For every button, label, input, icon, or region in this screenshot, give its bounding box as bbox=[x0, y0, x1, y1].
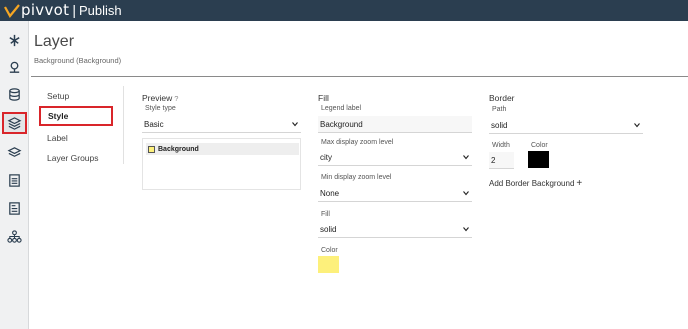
legend-swatch bbox=[148, 145, 155, 153]
icon-rail bbox=[0, 21, 29, 329]
rail-hierarchy[interactable] bbox=[2, 225, 27, 247]
border-path-value: solid bbox=[491, 120, 508, 130]
preview-heading: Preview? bbox=[142, 93, 178, 103]
style-type-label: Style type bbox=[145, 105, 176, 112]
rail-database[interactable] bbox=[2, 83, 27, 105]
layer-stack-icon bbox=[7, 146, 22, 157]
help-icon[interactable]: ? bbox=[174, 94, 178, 103]
logo-separator: | bbox=[72, 2, 76, 18]
border-path-label: Path bbox=[492, 106, 507, 113]
legend-item-label: Background bbox=[158, 145, 199, 153]
max-zoom-value: city bbox=[320, 152, 332, 162]
fill-color-swatch[interactable] bbox=[318, 256, 339, 273]
border-path-select[interactable]: solid bbox=[489, 117, 643, 134]
chevron-down-icon bbox=[463, 191, 469, 196]
page-title: Layer bbox=[34, 33, 75, 50]
subnav-item-style[interactable]: Style bbox=[39, 106, 113, 126]
subnav-item-label[interactable]: Label bbox=[38, 128, 112, 148]
chevron-down-icon bbox=[634, 123, 640, 128]
subnav-item-layer-groups[interactable]: Layer Groups bbox=[38, 148, 112, 168]
location-pin-icon bbox=[9, 61, 20, 73]
min-zoom-value: None bbox=[320, 188, 340, 198]
chevron-down-icon bbox=[292, 122, 298, 127]
database-icon bbox=[9, 87, 20, 101]
logo-mark-icon bbox=[4, 3, 20, 18]
max-zoom-select[interactable]: city bbox=[318, 149, 472, 166]
legend-item: Background bbox=[146, 143, 299, 155]
add-border-background-label: Add Border Background bbox=[489, 179, 575, 188]
fill-type-label: Fill bbox=[321, 211, 330, 218]
top-bar: pivvot | Publish bbox=[0, 0, 688, 21]
legend-label-caption: Legend label bbox=[321, 105, 362, 112]
hierarchy-icon bbox=[7, 229, 22, 243]
preview-panel: Background bbox=[142, 138, 301, 190]
logo-text: pivvot bbox=[21, 1, 70, 19]
max-zoom-label: Max display zoom level bbox=[321, 139, 394, 146]
header-divider bbox=[31, 76, 688, 77]
app-logo[interactable]: pivvot | Publish bbox=[4, 0, 122, 21]
rail-layers[interactable] bbox=[2, 112, 27, 134]
border-width-value: 2 bbox=[491, 155, 496, 165]
subnav-item-setup[interactable]: Setup bbox=[38, 86, 112, 106]
rail-location[interactable] bbox=[2, 56, 27, 78]
fill-color-label: Color bbox=[321, 247, 338, 254]
plus-icon: + bbox=[576, 178, 583, 189]
document-icon bbox=[9, 201, 20, 215]
style-type-value: Basic bbox=[144, 119, 164, 129]
section-name: Publish bbox=[78, 3, 122, 18]
layers-icon bbox=[7, 116, 22, 130]
fill-type-value: solid bbox=[320, 224, 337, 234]
chevron-down-icon bbox=[463, 155, 469, 160]
min-zoom-label: Min display zoom level bbox=[321, 174, 392, 181]
border-heading: Border bbox=[489, 93, 515, 103]
border-width-input[interactable]: 2 bbox=[489, 152, 514, 169]
rail-route[interactable] bbox=[2, 29, 27, 51]
route-icon bbox=[9, 34, 20, 46]
rail-layer-stack[interactable] bbox=[2, 141, 27, 163]
min-zoom-select[interactable]: None bbox=[318, 185, 472, 202]
style-subnav: Setup Style Label Layer Groups bbox=[38, 86, 124, 164]
legend-label-value: Background bbox=[320, 119, 363, 129]
chevron-down-icon bbox=[463, 227, 469, 232]
legend-label-input[interactable]: Background bbox=[318, 116, 472, 133]
rail-document-list[interactable] bbox=[2, 169, 27, 191]
style-type-select[interactable]: Basic bbox=[142, 116, 301, 133]
page-subtitle: Background (Background) bbox=[34, 56, 122, 65]
fill-heading: Fill bbox=[318, 93, 329, 103]
add-border-background-button[interactable]: Add Border Background + bbox=[489, 178, 582, 189]
border-color-label: Color bbox=[531, 142, 548, 149]
document-list-icon bbox=[9, 173, 20, 187]
preview-heading-text: Preview bbox=[142, 93, 173, 103]
border-width-label: Width bbox=[492, 142, 510, 149]
fill-type-select[interactable]: solid bbox=[318, 221, 472, 238]
border-color-swatch[interactable] bbox=[528, 151, 549, 168]
rail-document[interactable] bbox=[2, 197, 27, 219]
